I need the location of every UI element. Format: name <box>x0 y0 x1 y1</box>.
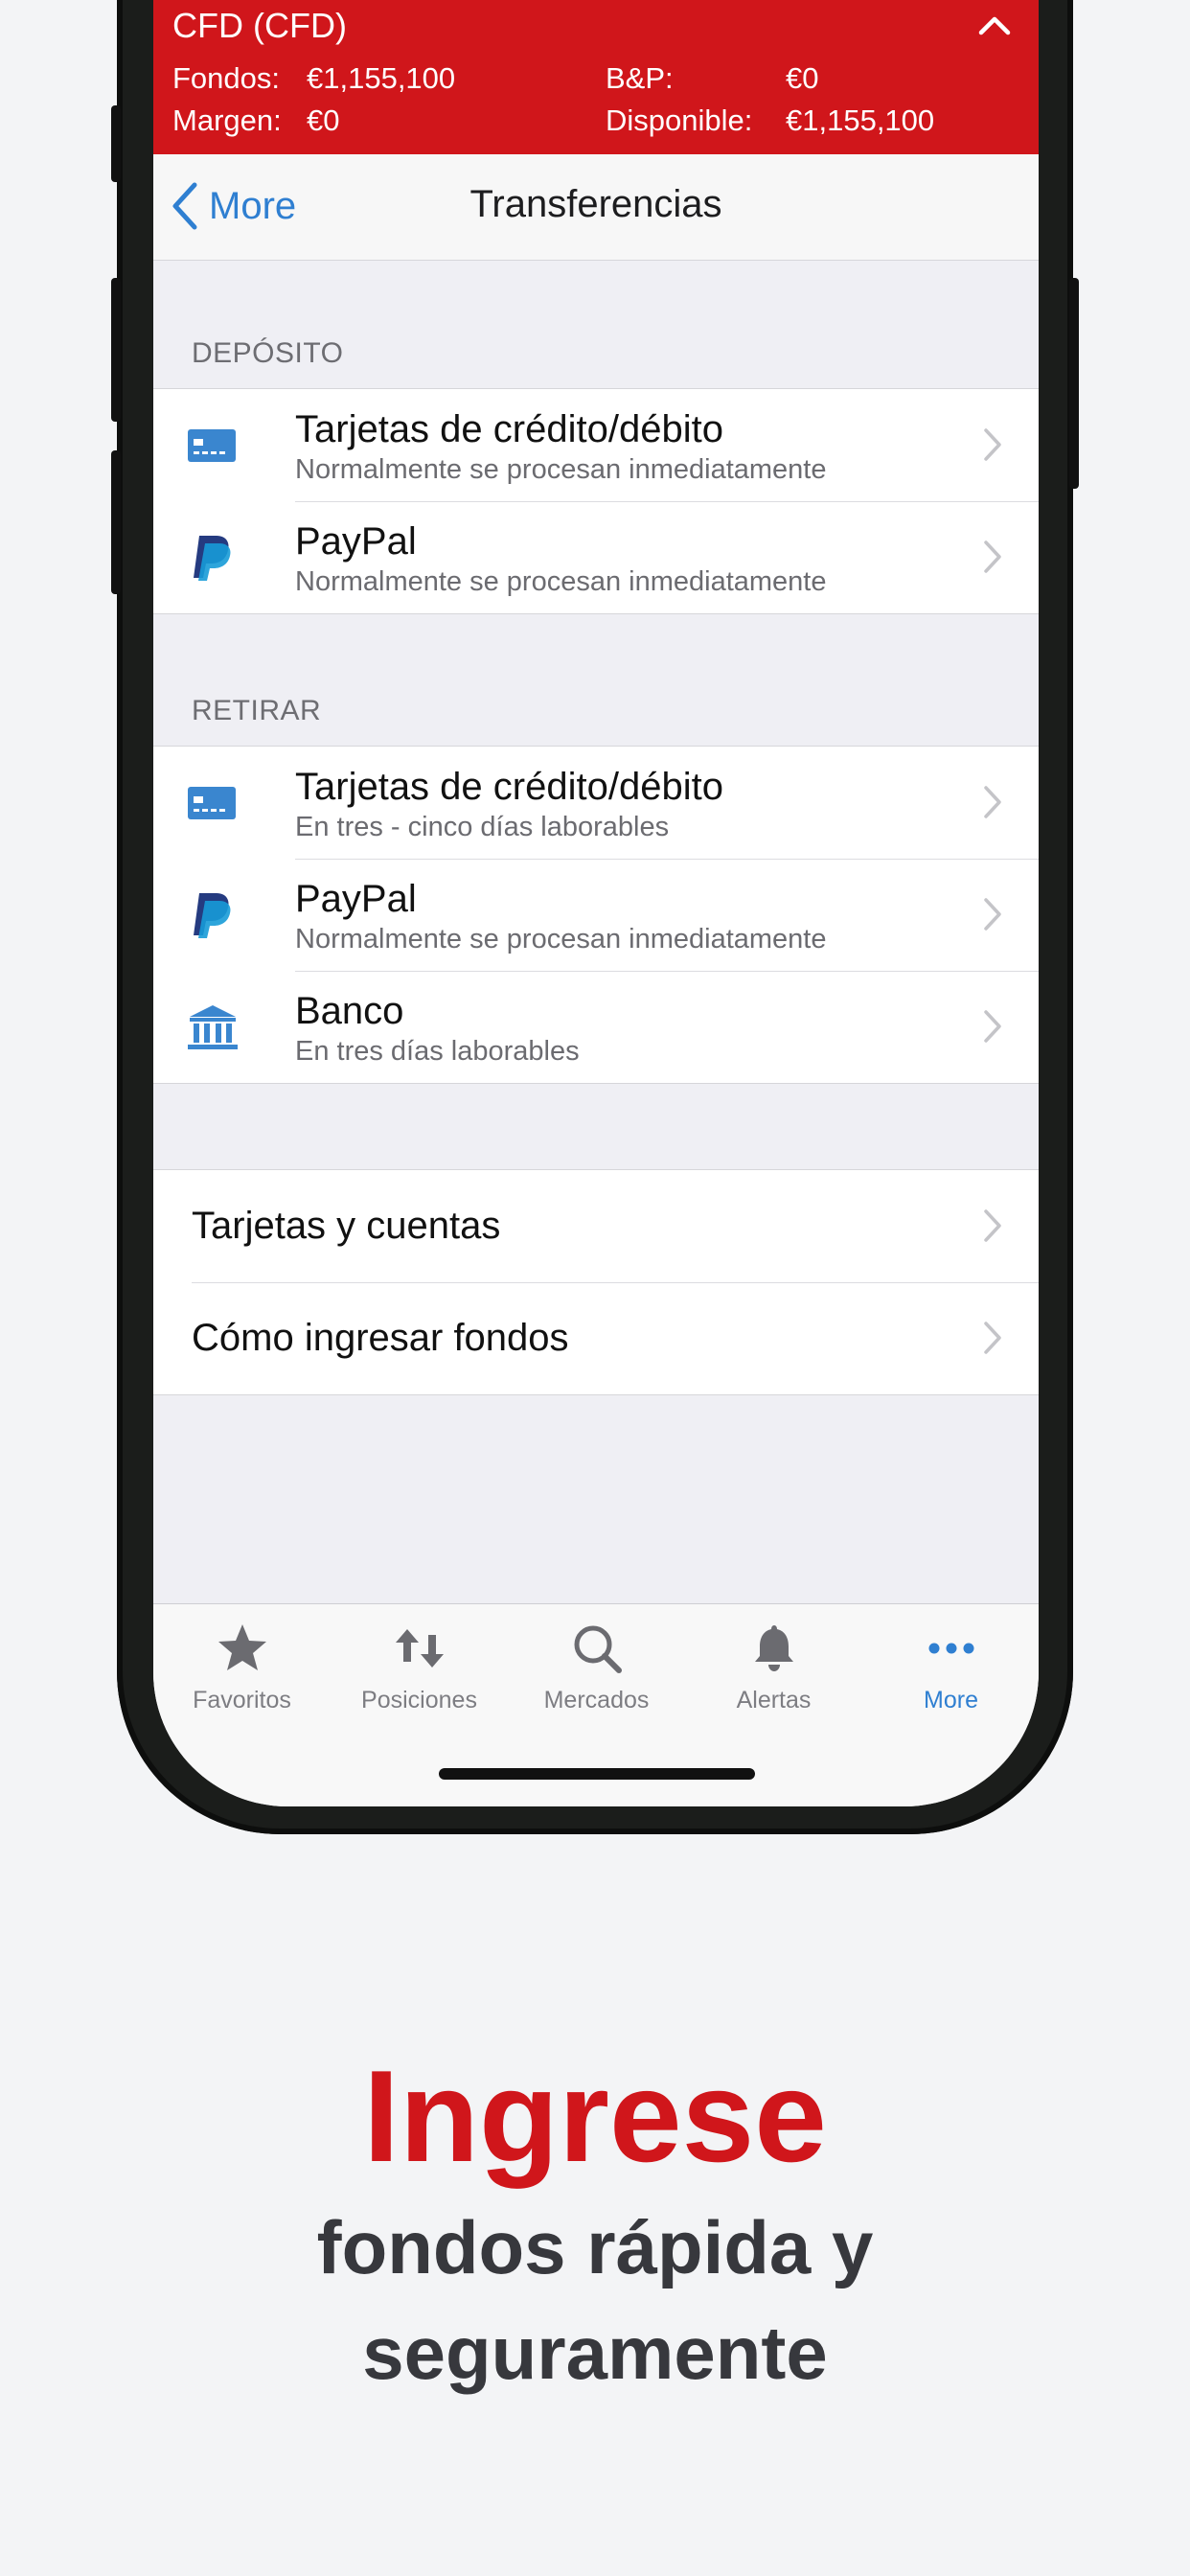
how-to-fund-row[interactable]: Cómo ingresar fondos <box>153 1282 1039 1394</box>
tab-label: More <box>924 1687 978 1714</box>
withdraw-paypal-row[interactable]: PayPal Normalmente se procesan inmediata… <box>153 859 1039 971</box>
row-title: PayPal <box>295 878 417 920</box>
tab-more[interactable]: More <box>862 1622 1039 1714</box>
disponible-label: Disponible: <box>606 104 753 137</box>
row-title: Banco <box>295 990 404 1032</box>
row-title: Tarjetas y cuentas <box>192 1205 501 1247</box>
tab-label: Favoritos <box>193 1687 291 1714</box>
up-down-arrows-icon <box>395 1629 444 1668</box>
chevron-right-icon <box>984 428 1001 461</box>
tab-label: Posiciones <box>361 1687 477 1714</box>
marketing-subline-2: seguramente <box>362 2311 828 2395</box>
marketing-subline-1: fondos rápida y <box>316 2205 874 2289</box>
search-icon <box>574 1625 622 1673</box>
account-summary-bar[interactable]: CFD (CFD) Fondos: €1,155,100 Margen: €0 … <box>153 0 1039 154</box>
phone-volume-up <box>111 278 121 422</box>
paypal-icon <box>194 536 231 581</box>
withdraw-bank-row[interactable]: Banco En tres días laborables <box>153 971 1039 1083</box>
tab-label: Alertas <box>736 1687 812 1714</box>
withdraw-list: Tarjetas de crédito/débito En tres - cin… <box>153 746 1039 1084</box>
chevron-right-icon <box>984 1209 1001 1242</box>
star-icon <box>217 1624 266 1670</box>
home-indicator[interactable] <box>439 1768 755 1780</box>
navigation-bar: More Transferencias <box>153 154 1039 261</box>
phone-volume-down <box>111 450 121 594</box>
credit-card-icon <box>188 429 236 462</box>
row-title: Tarjetas de crédito/débito <box>295 408 723 450</box>
tab-favoritos[interactable]: Favoritos <box>153 1622 331 1714</box>
account-title: CFD (CFD) <box>172 6 347 45</box>
row-title: PayPal <box>295 520 417 563</box>
phone-power-button <box>1069 278 1079 489</box>
tab-label: Mercados <box>543 1687 650 1714</box>
marketing-headline: Ingrese <box>363 2043 827 2189</box>
withdraw-section-header: RETIRAR <box>192 695 322 726</box>
deposit-list: Tarjetas de crédito/débito Normalmente s… <box>153 388 1039 614</box>
bp-value: €0 <box>786 61 819 95</box>
row-subtitle: En tres - cinco días laborables <box>295 812 670 842</box>
row-subtitle: Normalmente se procesan inmediatamente <box>295 454 827 485</box>
chevron-right-icon <box>984 540 1001 573</box>
margen-value: €0 <box>307 104 340 137</box>
phone-side-button <box>111 105 121 182</box>
deposit-card-row[interactable]: Tarjetas de crédito/débito Normalmente s… <box>153 389 1039 501</box>
tab-alertas[interactable]: Alertas <box>685 1622 862 1714</box>
paypal-icon <box>194 893 231 938</box>
row-subtitle: En tres días laborables <box>295 1036 580 1067</box>
bp-label: B&P: <box>606 61 674 95</box>
withdraw-card-row[interactable]: Tarjetas de crédito/débito En tres - cin… <box>153 747 1039 859</box>
row-subtitle: Normalmente se procesan inmediatamente <box>295 924 827 954</box>
tab-mercados[interactable]: Mercados <box>508 1622 685 1714</box>
disponible-value: €1,155,100 <box>786 104 935 137</box>
chevron-right-icon <box>984 786 1001 818</box>
fondos-value: €1,155,100 <box>307 61 456 95</box>
margen-label: Margen: <box>172 104 282 137</box>
deposit-paypal-row[interactable]: PayPal Normalmente se procesan inmediata… <box>153 501 1039 613</box>
tab-posiciones[interactable]: Posiciones <box>331 1622 508 1714</box>
chevron-right-icon <box>984 1010 1001 1043</box>
other-links-list: Tarjetas y cuentas Cómo ingresar fondos <box>153 1169 1039 1395</box>
deposit-section-header: DEPÓSITO <box>192 337 344 369</box>
bell-icon <box>754 1625 793 1671</box>
row-title: Tarjetas de crédito/débito <box>295 766 723 808</box>
bank-icon <box>188 1005 238 1049</box>
chevron-right-icon <box>984 898 1001 931</box>
page-title: Transferencias <box>469 183 722 225</box>
row-title: Cómo ingresar fondos <box>192 1317 569 1359</box>
chevron-right-icon <box>984 1322 1001 1354</box>
credit-card-icon <box>188 787 236 819</box>
app-screen: CFD (CFD) Fondos: €1,155,100 Margen: €0 … <box>153 0 1039 1806</box>
fondos-label: Fondos: <box>172 61 281 95</box>
row-subtitle: Normalmente se procesan inmediatamente <box>295 566 827 597</box>
more-dots-icon <box>928 1643 973 1654</box>
cards-accounts-row[interactable]: Tarjetas y cuentas <box>153 1170 1039 1282</box>
chevron-up-icon[interactable] <box>975 6 1014 44</box>
